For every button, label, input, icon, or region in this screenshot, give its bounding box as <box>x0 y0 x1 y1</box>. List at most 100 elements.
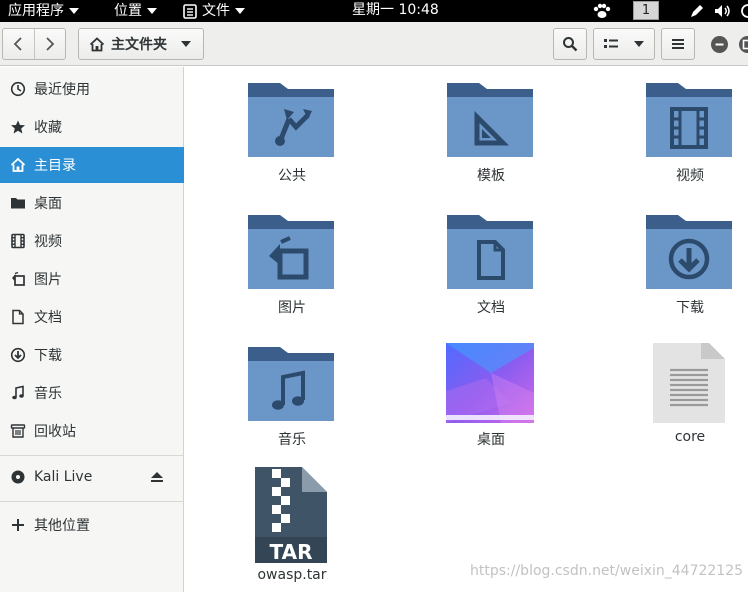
file-item-label: 模板 <box>477 168 505 184</box>
sidebar-item-label: 桌面 <box>34 196 62 212</box>
home-icon <box>89 36 105 51</box>
sidebar-item-label: 其他位置 <box>34 518 90 534</box>
chevron-right-icon <box>46 37 55 51</box>
sidebar-item-kali-live[interactable]: Kali Live <box>0 459 184 495</box>
trash-icon <box>10 424 25 438</box>
volume-icon[interactable] <box>714 3 732 19</box>
sidebar-item-desktop[interactable]: 桌面 <box>0 185 184 221</box>
location-button[interactable]: 主文件夹 <box>78 28 204 60</box>
back-button[interactable] <box>3 29 34 59</box>
file-item-label: owasp.tar <box>257 567 327 583</box>
file-item-label: 公共 <box>278 168 306 184</box>
share-folder-icon <box>248 83 334 157</box>
navigation-buttons <box>2 28 66 60</box>
file-item-label: 音乐 <box>278 432 306 448</box>
disc-icon <box>11 470 24 484</box>
header-bar: 主文件夹 <box>0 22 748 66</box>
maximize-button[interactable] <box>739 36 748 53</box>
file-item-label: 桌面 <box>477 432 505 448</box>
music-icon <box>11 385 24 400</box>
magnifier-icon <box>563 37 578 52</box>
chevron-down-icon <box>181 41 191 47</box>
download-icon <box>10 347 25 363</box>
file-item-label: core <box>674 429 706 445</box>
places-menu-label: 位置 <box>114 2 142 19</box>
hamburger-icon <box>672 39 684 49</box>
files-menu[interactable]: 文件 <box>183 0 245 22</box>
places-menu[interactable]: 位置 <box>114 0 157 22</box>
sidebar-item-label: 视频 <box>34 234 62 250</box>
chevron-down-icon <box>634 41 644 47</box>
downloads-folder-icon <box>646 215 732 289</box>
tar-badge: TAR <box>270 540 313 563</box>
file-item-label: 视频 <box>676 168 704 184</box>
sidebar-item-label: 回收站 <box>34 424 76 440</box>
chevron-down-icon <box>235 8 245 14</box>
search-button[interactable] <box>553 28 587 60</box>
paw-icon[interactable] <box>592 3 612 19</box>
home-icon <box>10 157 25 172</box>
music-folder-icon <box>248 347 334 421</box>
sidebar-item-downloads[interactable]: 下载 <box>0 337 184 373</box>
file-item-label: 下载 <box>676 300 704 316</box>
sidebar-item-pictures[interactable]: 图片 <box>0 261 184 297</box>
desktop-thumbnail-icon <box>446 343 534 423</box>
sidebar-item-label: 下载 <box>34 348 62 364</box>
apps-menu-label: 应用程序 <box>8 2 64 19</box>
pictures-folder-icon <box>248 215 334 289</box>
sidebar-item-label: 收藏 <box>34 120 62 136</box>
file-item-label: 图片 <box>278 300 306 316</box>
files-menu-label: 文件 <box>202 2 230 19</box>
clock-icon <box>10 81 25 97</box>
sidebar-item-videos[interactable]: 视频 <box>0 223 184 259</box>
sidebar-separator <box>0 455 184 456</box>
sidebar-item-home[interactable]: 主目录 <box>0 147 184 183</box>
folder-icon <box>10 198 25 209</box>
watermark: https://blog.csdn.net/weixin_44722125 <box>470 563 744 579</box>
eject-icon[interactable] <box>150 471 164 483</box>
plus-icon <box>11 519 24 531</box>
sidebar-item-documents[interactable]: 文档 <box>0 299 184 335</box>
minimize-icon <box>715 43 724 46</box>
files-app-icon <box>183 3 197 19</box>
document-icon <box>11 309 24 325</box>
sidebar-item-label: Kali Live <box>34 469 93 485</box>
power-icon[interactable] <box>740 3 748 19</box>
star-icon <box>10 120 25 134</box>
clock[interactable]: 星期一 10:48 <box>352 0 439 22</box>
forward-button[interactable] <box>33 29 65 59</box>
sidebar-item-starred[interactable]: 收藏 <box>0 109 184 145</box>
text-file-icon <box>653 343 725 423</box>
film-icon <box>10 233 25 249</box>
location-label: 主文件夹 <box>111 37 167 53</box>
image-icon <box>11 271 25 286</box>
pen-icon[interactable] <box>689 3 705 19</box>
chevron-left-icon <box>14 37 23 51</box>
places-sidebar: 最近使用 收藏 主目录 桌面 视频 图片 文档 下载 音乐 回收站 Kali L… <box>0 67 184 592</box>
sidebar-item-label: 主目录 <box>34 158 76 174</box>
workspace-indicator[interactable]: 1 <box>633 1 659 20</box>
apps-menu[interactable]: 应用程序 <box>8 0 79 22</box>
chevron-down-icon <box>147 8 157 14</box>
templates-folder-icon <box>447 83 533 157</box>
sidebar-item-label: 最近使用 <box>34 82 90 98</box>
minimize-button[interactable] <box>711 36 728 53</box>
sidebar-item-trash[interactable]: 回收站 <box>0 413 184 449</box>
videos-folder-icon <box>646 83 732 157</box>
sidebar-item-music[interactable]: 音乐 <box>0 375 184 411</box>
sidebar-item-label: 音乐 <box>34 386 62 402</box>
file-grid: 公共 模板 视频 图片 文档 下载 音乐 桌面 core TAR owasp.t… <box>185 67 748 592</box>
file-item-label: 文档 <box>477 300 505 316</box>
chevron-down-icon <box>69 8 79 14</box>
top-bar: 应用程序 位置 文件 星期一 10:48 1 <box>0 0 748 22</box>
sidebar-item-label: 文档 <box>34 310 62 326</box>
sidebar-item-other-locations[interactable]: 其他位置 <box>0 507 184 543</box>
maximize-icon <box>742 39 748 50</box>
sidebar-separator <box>0 501 184 502</box>
view-options-button[interactable] <box>593 28 655 60</box>
sidebar-item-label: 图片 <box>34 272 62 288</box>
main-menu-button[interactable] <box>661 28 695 60</box>
tar-archive-icon: TAR <box>255 467 327 563</box>
documents-folder-icon <box>447 215 533 289</box>
sidebar-item-recent[interactable]: 最近使用 <box>0 71 184 107</box>
